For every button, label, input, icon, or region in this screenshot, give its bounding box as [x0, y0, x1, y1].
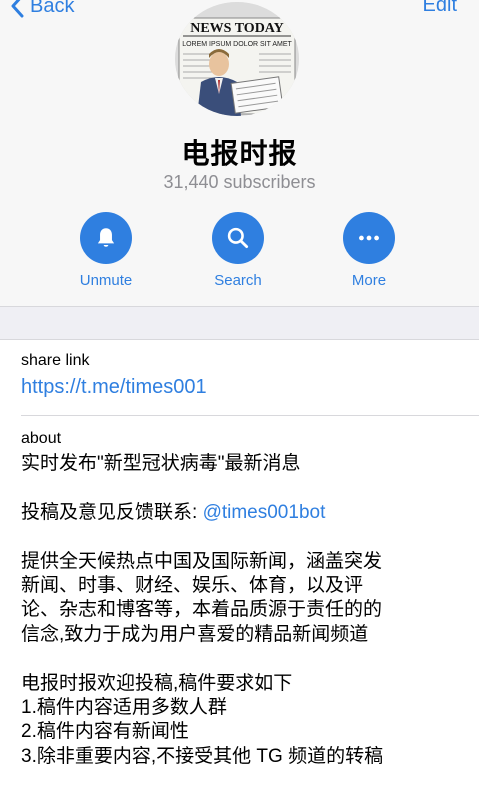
edit-button[interactable]: Edit: [423, 0, 457, 17]
about-line: 电报时报欢迎投稿,稿件要求如下: [21, 672, 293, 694]
about-label: about: [21, 430, 62, 447]
about-line: 论、杂志和博客等，本着品质源于责任的的: [21, 599, 383, 621]
bell-icon: [97, 228, 115, 247]
subscriber-count: 31,440 subscribers: [163, 172, 316, 192]
bot-mention-link[interactable]: @times001bot: [203, 502, 326, 523]
about-line: 提供全天候热点中国及国际新闻，涵盖突发: [21, 550, 383, 572]
unmute-label: Unmute: [79, 272, 133, 289]
about-line: 实时发布"新型冠状病毒"最新消息: [21, 453, 301, 474]
share-link-url[interactable]: https://t.me/times001: [21, 376, 471, 399]
share-link-section: share link https://t.me/times001: [21, 352, 471, 399]
back-label: Back: [30, 0, 75, 17]
about-line: 3.除非重要内容,不接受其他 TG 频道的转稿: [21, 745, 384, 767]
about-line: 新闻、时事、财经、娱乐、体育，以及评: [21, 575, 364, 596]
about-line: 投稿及意见反馈联系: @times001bot: [21, 501, 326, 523]
avatar-headline: NEWS TODAY: [190, 21, 284, 36]
section-separator: [0, 306, 479, 340]
unmute-button[interactable]: Unmute: [51, 212, 161, 289]
more-icon: [359, 235, 379, 241]
newspaper-illustration: NEWS TODAY LOREM IPSUM DOLOR SIT AMET: [175, 2, 299, 116]
channel-header: Back Edit NEWS TODAY LOREM IPSUM DOLOR S…: [0, 0, 479, 306]
search-icon: [227, 227, 249, 249]
chevron-left-icon: [11, 0, 24, 18]
divider: [21, 415, 479, 416]
channel-avatar[interactable]: NEWS TODAY LOREM IPSUM DOLOR SIT AMET: [175, 2, 299, 116]
about-line: 1.稿件内容适用多数人群: [21, 697, 227, 719]
avatar-subline: LOREM IPSUM DOLOR SIT AMET: [182, 41, 292, 48]
search-button[interactable]: Search: [183, 212, 293, 289]
about-line: 信念,致力于成为用户喜爱的精品新闻频道: [21, 623, 369, 645]
back-button[interactable]: Back: [10, 0, 74, 18]
share-link-label: share link: [21, 352, 90, 369]
more-button[interactable]: More: [314, 212, 424, 289]
about-line: 2.稿件内容有新闻性: [21, 721, 189, 743]
about-text: 实时发布"新型冠状病毒"最新消息 投稿及意见反馈联系: @times001bot…: [21, 452, 471, 769]
channel-title: 电报时报: [181, 138, 298, 169]
more-label: More: [351, 272, 387, 289]
search-label: Search: [214, 272, 262, 289]
about-section: about 实时发布"新型冠状病毒"最新消息 投稿及意见反馈联系: @times…: [21, 430, 471, 769]
